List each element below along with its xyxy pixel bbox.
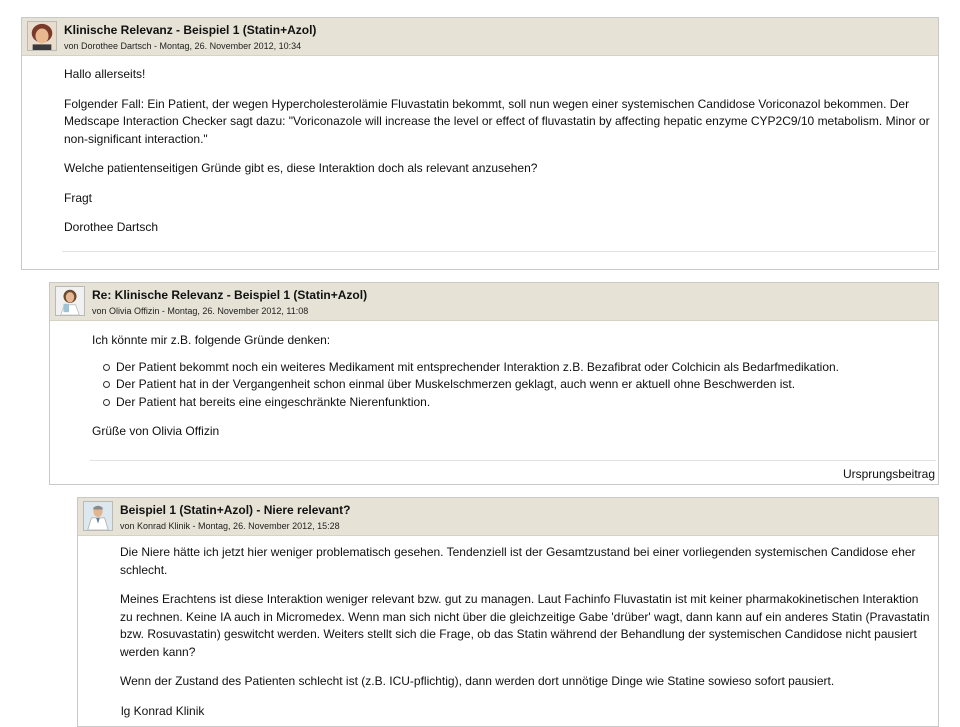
list-item: Der Patient bekommt noch ein weiteres Me… <box>103 359 932 377</box>
paragraph: Ich könnte mir z.B. folgende Gründe denk… <box>92 333 331 347</box>
post-meta: von Konrad Klinik - Montag, 26. November… <box>120 521 340 531</box>
list-item: Der Patient hat in der Vergangenheit sch… <box>103 376 932 394</box>
paragraph: Welche patientenseitigen Gründe gibt es,… <box>64 161 538 175</box>
avatar-dorothee[interactable] <box>27 21 57 51</box>
paragraph: Folgender Fall: Ein Patient, der wegen H… <box>64 96 930 146</box>
paragraph: Fragt <box>64 190 93 205</box>
forum-post-1: Klinische Relevanz - Beispiel 1 (Statin+… <box>21 17 939 270</box>
divider <box>90 460 936 461</box>
user-photo-icon <box>84 502 112 530</box>
post-meta: von Dorothee Dartsch - Montag, 26. Novem… <box>64 41 302 51</box>
avatar-olivia[interactable] <box>55 286 85 316</box>
post-title[interactable]: Beispiel 1 (Statin+Azol) - Niere relevan… <box>120 503 350 517</box>
post-header: Beispiel 1 (Statin+Azol) - Niere relevan… <box>78 498 938 536</box>
user-photo-icon <box>28 22 56 50</box>
signature: Dorothee Dartsch <box>64 220 159 234</box>
paragraph: Wenn der Zustand des Patienten schlecht … <box>120 674 835 688</box>
post-body: Die Niere hätte ich jetzt hier weniger p… <box>78 536 938 720</box>
divider <box>62 251 936 252</box>
greeting: Hallo allerseits! <box>64 67 146 81</box>
list-item: Der Patient hat bereits eine eingeschrän… <box>103 394 932 412</box>
post-meta: von Olivia Offizin - Montag, 26. Novembe… <box>92 306 309 316</box>
post-title[interactable]: Klinische Relevanz - Beispiel 1 (Statin+… <box>64 23 316 37</box>
user-photo-icon <box>56 287 84 315</box>
forum-post-3: Beispiel 1 (Statin+Azol) - Niere relevan… <box>77 497 939 727</box>
original-post-link[interactable]: Ursprungsbeitrag <box>843 467 935 481</box>
post-body: Ich könnte mir z.B. folgende Gründe denk… <box>50 321 938 441</box>
avatar-konrad[interactable] <box>83 501 113 531</box>
paragraph: Meines Erachtens ist diese Interaktion w… <box>120 592 930 659</box>
post-title[interactable]: Re: Klinische Relevanz - Beispiel 1 (Sta… <box>92 288 367 302</box>
forum-post-2: Re: Klinische Relevanz - Beispiel 1 (Sta… <box>49 282 939 485</box>
signature: Grüße von Olivia Offizin <box>92 424 220 438</box>
reason-list: Der Patient bekommt noch ein weiteres Me… <box>92 359 932 412</box>
post-header: Re: Klinische Relevanz - Beispiel 1 (Sta… <box>50 283 938 321</box>
post-body: Hallo allerseits! Folgender Fall: Ein Pa… <box>22 56 938 237</box>
paragraph: Die Niere hätte ich jetzt hier weniger p… <box>120 545 916 577</box>
signature: lg Konrad Klinik <box>121 703 205 718</box>
post-header: Klinische Relevanz - Beispiel 1 (Statin+… <box>22 18 938 56</box>
